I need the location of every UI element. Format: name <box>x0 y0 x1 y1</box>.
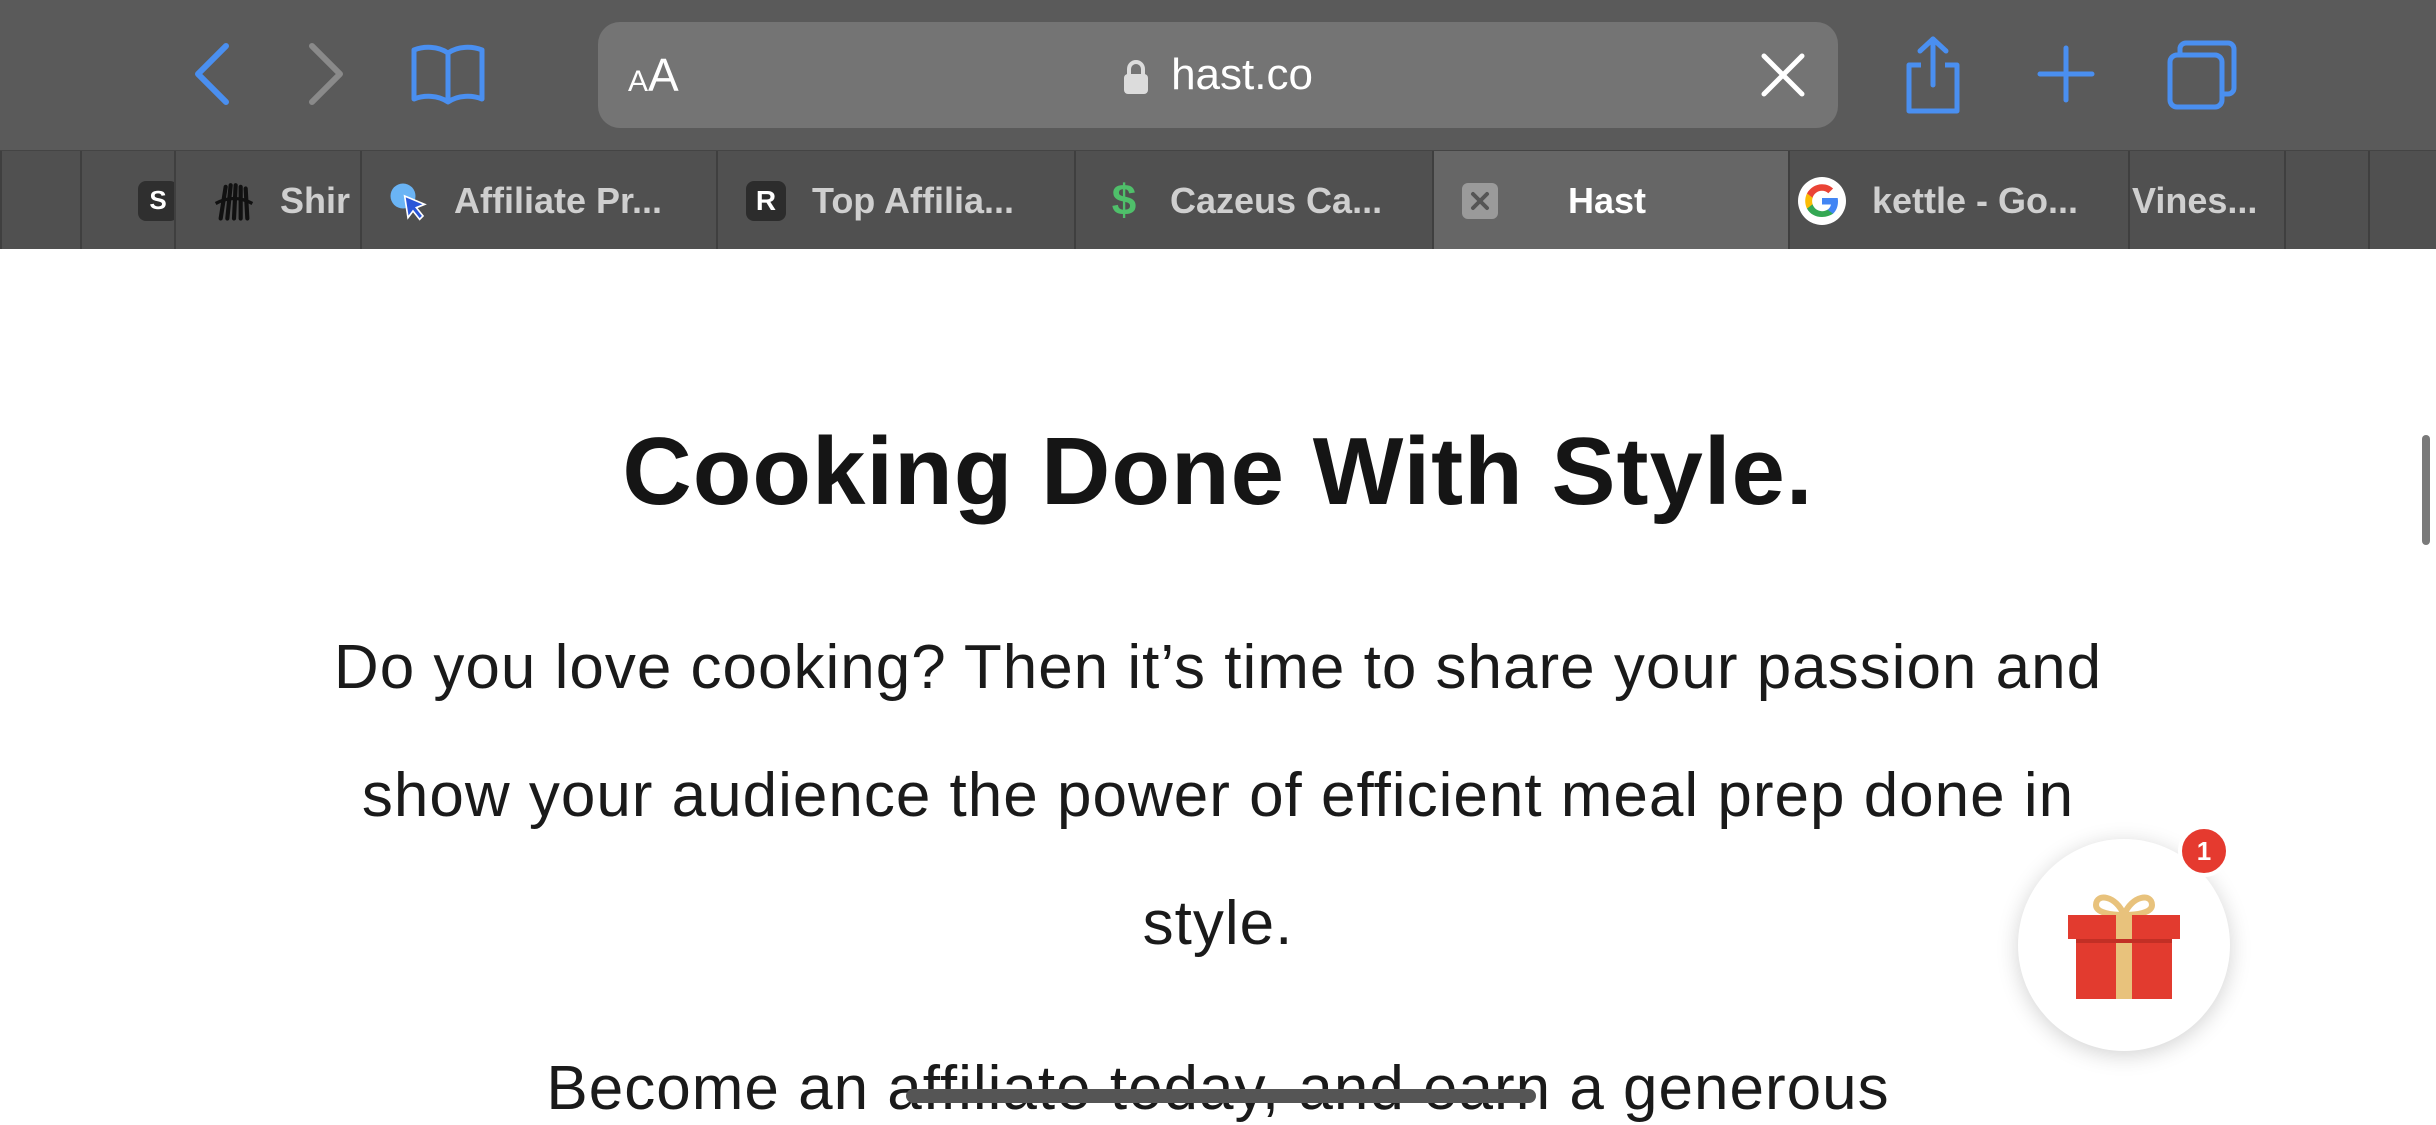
tab-cazeus[interactable]: $ Cazeus Ca... <box>1074 151 1432 250</box>
share-button[interactable] <box>1900 34 1966 116</box>
plus-icon <box>2037 45 2095 103</box>
url-text: hast.co <box>1171 50 1313 99</box>
square-s-icon: S <box>138 180 174 221</box>
close-icon <box>1761 53 1805 97</box>
page-heading: Cooking Done With Style. <box>622 418 1814 525</box>
tab-affiliate-pr-title: Affiliate Pr... <box>454 179 663 221</box>
tab-hast[interactable]: Hast <box>1432 151 1788 250</box>
reader-big-a: A <box>648 49 679 101</box>
reader-small-a: A <box>628 65 649 98</box>
url-display: hast.co <box>598 22 1838 128</box>
tab-cazeus-title: Cazeus Ca... <box>1170 179 1383 221</box>
intro-paragraph: Do you love cooking? Then it’s time to s… <box>333 633 2103 958</box>
home-indicator[interactable] <box>906 1089 1536 1103</box>
tab-affiliate-pr[interactable]: Affiliate Pr... <box>360 151 716 250</box>
tab-top-affilia[interactable]: R Top Affilia... <box>716 151 1074 250</box>
tabs-icon <box>2167 40 2237 110</box>
dollar-glyph: $ <box>1111 175 1137 225</box>
tab-bar: S Shir Affiliate Pr... R Top Affilia... … <box>0 150 2436 250</box>
scroll-indicator[interactable] <box>2422 435 2430 545</box>
forward-button[interactable] <box>300 38 352 110</box>
book-icon <box>411 44 485 105</box>
tab-empty-1[interactable] <box>2284 151 2368 250</box>
tab-0[interactable] <box>0 151 80 250</box>
tab-kettle-title: kettle - Go... <box>1872 179 2079 221</box>
web-page: Cooking Done With Style. Do you love coo… <box>0 249 2436 1125</box>
reader-options-button[interactable]: A A <box>628 22 679 128</box>
tab-overview-button[interactable] <box>2164 38 2240 112</box>
tab-top-affilia-title: Top Affilia... <box>812 179 1014 221</box>
tab-s[interactable]: S <box>80 151 174 250</box>
lock-icon <box>1123 59 1149 95</box>
google-icon <box>1798 176 1846 225</box>
cursor-click-icon <box>388 181 428 221</box>
tab-s-title: S <box>149 185 167 215</box>
tab-vines[interactable]: Vines... <box>2128 151 2284 250</box>
address-bar[interactable]: A A hast.co <box>598 22 1838 128</box>
hands-logo-icon <box>214 181 254 221</box>
dollar-icon: $ <box>1104 176 1144 225</box>
affiliate-paragraph: Become an affiliate today, and earn a ge… <box>546 1054 1890 1123</box>
tab-shir[interactable]: Shir <box>174 151 360 250</box>
bookmarks-button[interactable] <box>408 40 488 108</box>
tab-empty-2[interactable] <box>2368 151 2436 250</box>
gift-icon <box>2068 894 2180 999</box>
close-square-icon[interactable] <box>1462 182 1498 219</box>
clear-url-button[interactable] <box>1758 50 1808 100</box>
back-button[interactable] <box>186 38 238 110</box>
r-logo-icon: R <box>746 180 786 221</box>
notification-badge: 1 <box>2178 825 2230 877</box>
share-icon <box>1906 36 1960 114</box>
new-tab-button[interactable] <box>2034 42 2098 106</box>
tab-kettle[interactable]: kettle - Go... <box>1788 151 2128 250</box>
tab-shir-title: Shir <box>280 179 351 221</box>
r-logo-glyph: R <box>755 184 777 216</box>
browser-toolbar: A A hast.co <box>0 0 2436 150</box>
chevron-left-icon <box>195 43 229 105</box>
chevron-right-icon <box>309 43 343 105</box>
tab-hast-title: Hast <box>1568 179 1647 221</box>
tab-vines-title: Vines... <box>2132 179 2258 221</box>
